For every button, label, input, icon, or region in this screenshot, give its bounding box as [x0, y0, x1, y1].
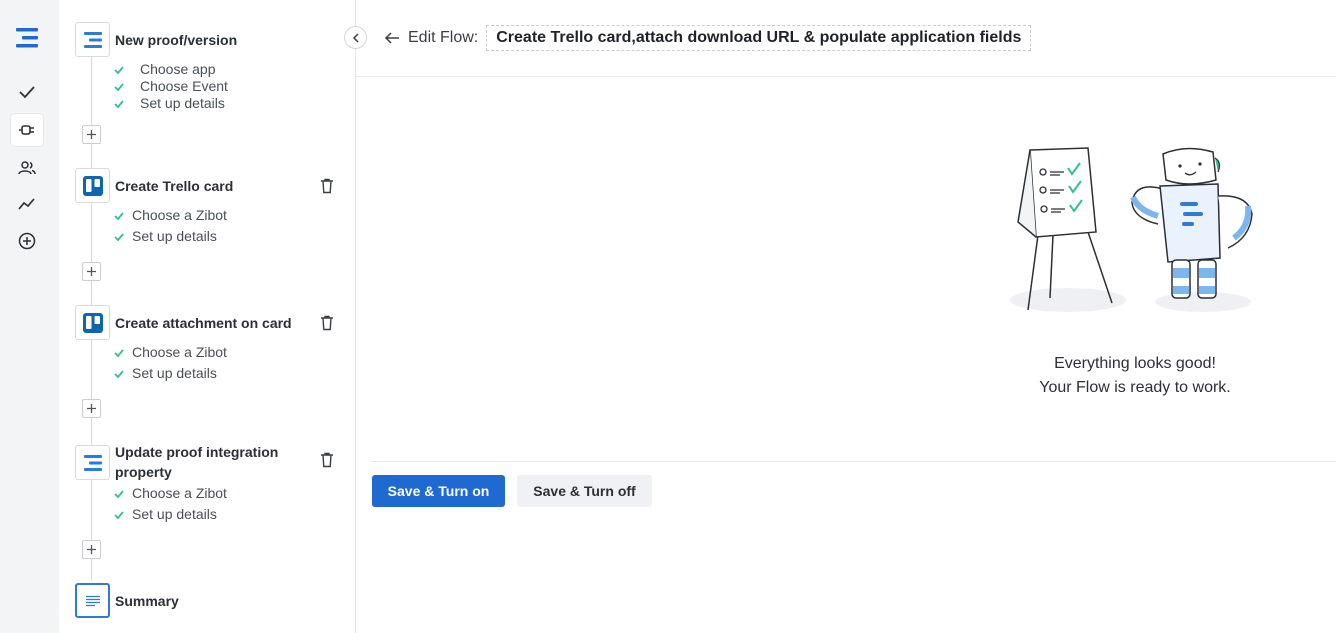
back-arrow-icon[interactable]: [383, 31, 401, 45]
step-title[interactable]: Update proof integration property: [115, 442, 278, 482]
plug-icon[interactable]: [11, 114, 43, 146]
divider: [356, 76, 1336, 77]
check-icon: [114, 100, 124, 109]
step-substep[interactable]: Set up details: [132, 506, 217, 523]
check-icon: [114, 212, 124, 221]
step-title[interactable]: New proof/version: [115, 30, 237, 50]
trash-icon[interactable]: [320, 315, 334, 331]
step-substep[interactable]: Choose app: [140, 61, 216, 78]
summary-title[interactable]: Summary: [115, 591, 179, 611]
check-icon: [114, 233, 124, 242]
users-icon[interactable]: [11, 152, 43, 184]
trash-icon[interactable]: [320, 452, 334, 468]
flow-name-field[interactable]: Create Trello card,attach download URL &…: [486, 25, 1032, 51]
status-line-1: Everything looks good!: [1054, 355, 1216, 372]
check-icon: [114, 83, 124, 92]
add-step-button[interactable]: [82, 540, 101, 559]
step-substep[interactable]: Choose Event: [140, 78, 228, 95]
step-substep[interactable]: Choose a Zibot: [132, 485, 227, 502]
step-substep[interactable]: Set up details: [132, 228, 217, 245]
check-icon: [114, 349, 124, 358]
edit-flow-label: Edit Flow:: [408, 29, 479, 46]
add-step-button[interactable]: [82, 125, 101, 144]
check-icon: [114, 511, 124, 520]
check-icon: [114, 490, 124, 499]
check-icon: [114, 66, 124, 75]
step-title-line: Update proof integration: [115, 444, 279, 460]
summary-icon[interactable]: [75, 583, 110, 618]
step-title-line: property: [115, 464, 172, 480]
save-turn-off-button[interactable]: Save & Turn off: [517, 475, 652, 507]
logo-icon[interactable]: [11, 22, 43, 54]
collapse-sidebar-button[interactable]: [344, 26, 367, 49]
app-rail: [0, 0, 59, 633]
add-circle-icon[interactable]: [11, 225, 43, 257]
check-icon[interactable]: [11, 76, 43, 108]
step-app-icon[interactable]: [75, 22, 110, 57]
trello-icon[interactable]: [75, 305, 110, 340]
robot-flipchart-illustration: [1010, 147, 1253, 312]
add-step-button[interactable]: [82, 399, 101, 418]
step-substep[interactable]: Choose a Zibot: [132, 207, 227, 224]
step-app-icon[interactable]: [75, 445, 110, 480]
step-substep[interactable]: Set up details: [140, 95, 225, 112]
step-substep[interactable]: Choose a Zibot: [132, 344, 227, 361]
check-icon: [114, 370, 124, 379]
trash-icon[interactable]: [320, 178, 334, 194]
divider: [372, 461, 1336, 462]
steps-sidebar: New proof/version Choose app Choose Even…: [59, 0, 356, 633]
step-title[interactable]: Create attachment on card: [115, 313, 292, 333]
step-title[interactable]: Create Trello card: [115, 176, 233, 196]
step-substep[interactable]: Set up details: [132, 365, 217, 382]
status-line-2: Your Flow is ready to work.: [1039, 379, 1231, 396]
add-step-button[interactable]: [82, 262, 101, 281]
trello-icon[interactable]: [75, 168, 110, 203]
save-turn-on-button[interactable]: Save & Turn on: [372, 475, 505, 507]
chevron-left-icon: [352, 32, 359, 43]
flow-header: Edit Flow: Create Trello card,attach dow…: [383, 25, 1032, 51]
activity-icon[interactable]: [11, 188, 43, 220]
